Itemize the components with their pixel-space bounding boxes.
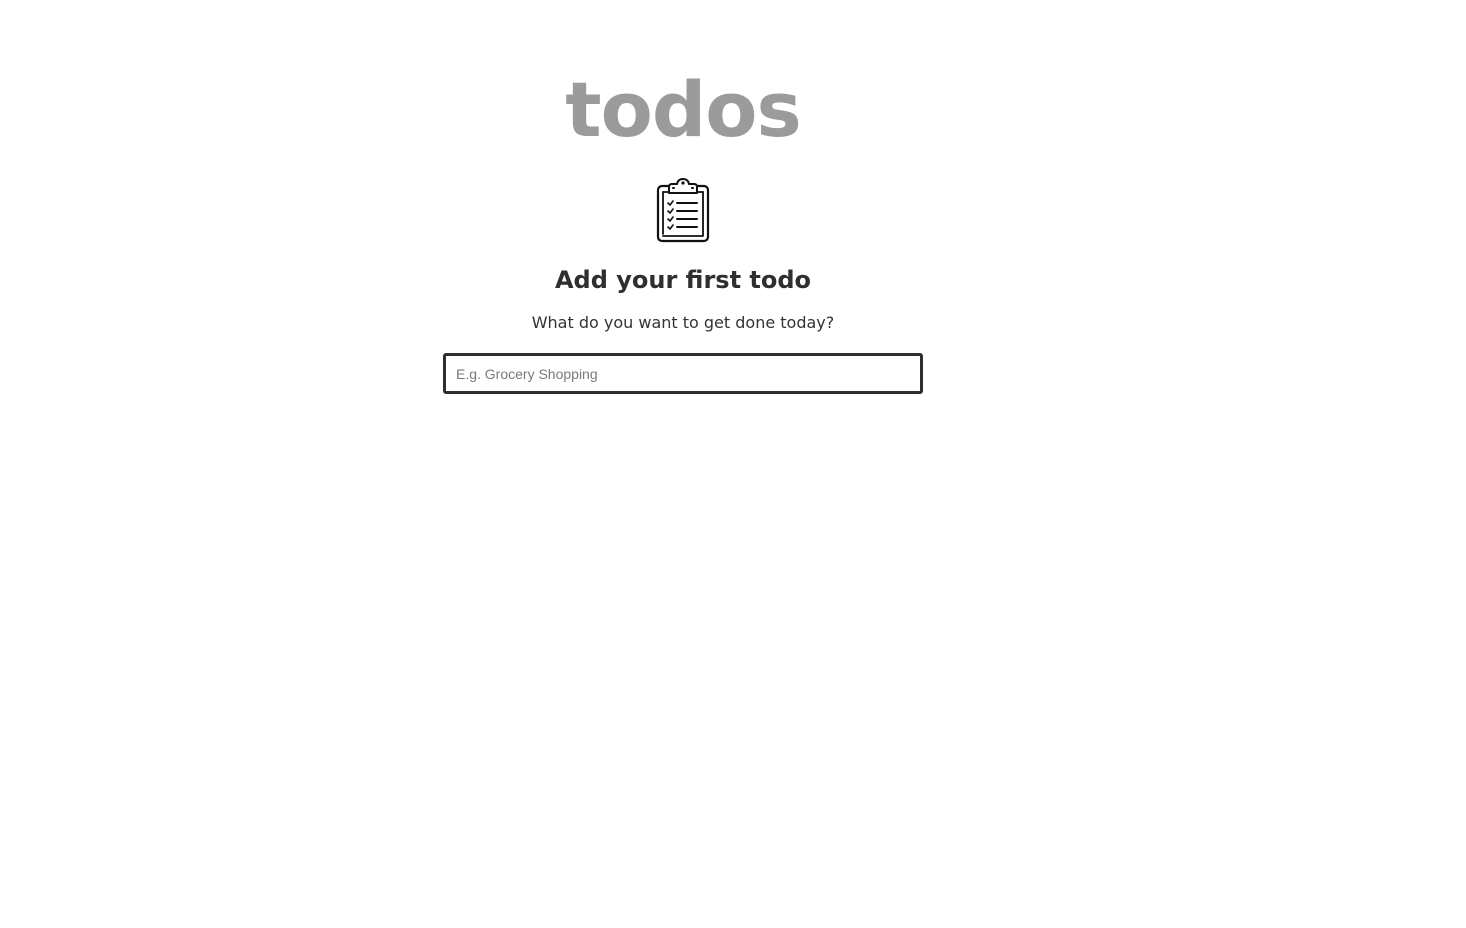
clipboard-checklist-icon bbox=[656, 178, 710, 243]
todo-app: todos Add your first todo What do you wa… bbox=[443, 0, 923, 394]
empty-state-heading: Add your first todo bbox=[554, 266, 812, 294]
new-todo-input[interactable] bbox=[443, 353, 923, 394]
app-title: todos bbox=[565, 65, 801, 154]
empty-state-subtitle: What do you want to get done today? bbox=[531, 313, 835, 332]
